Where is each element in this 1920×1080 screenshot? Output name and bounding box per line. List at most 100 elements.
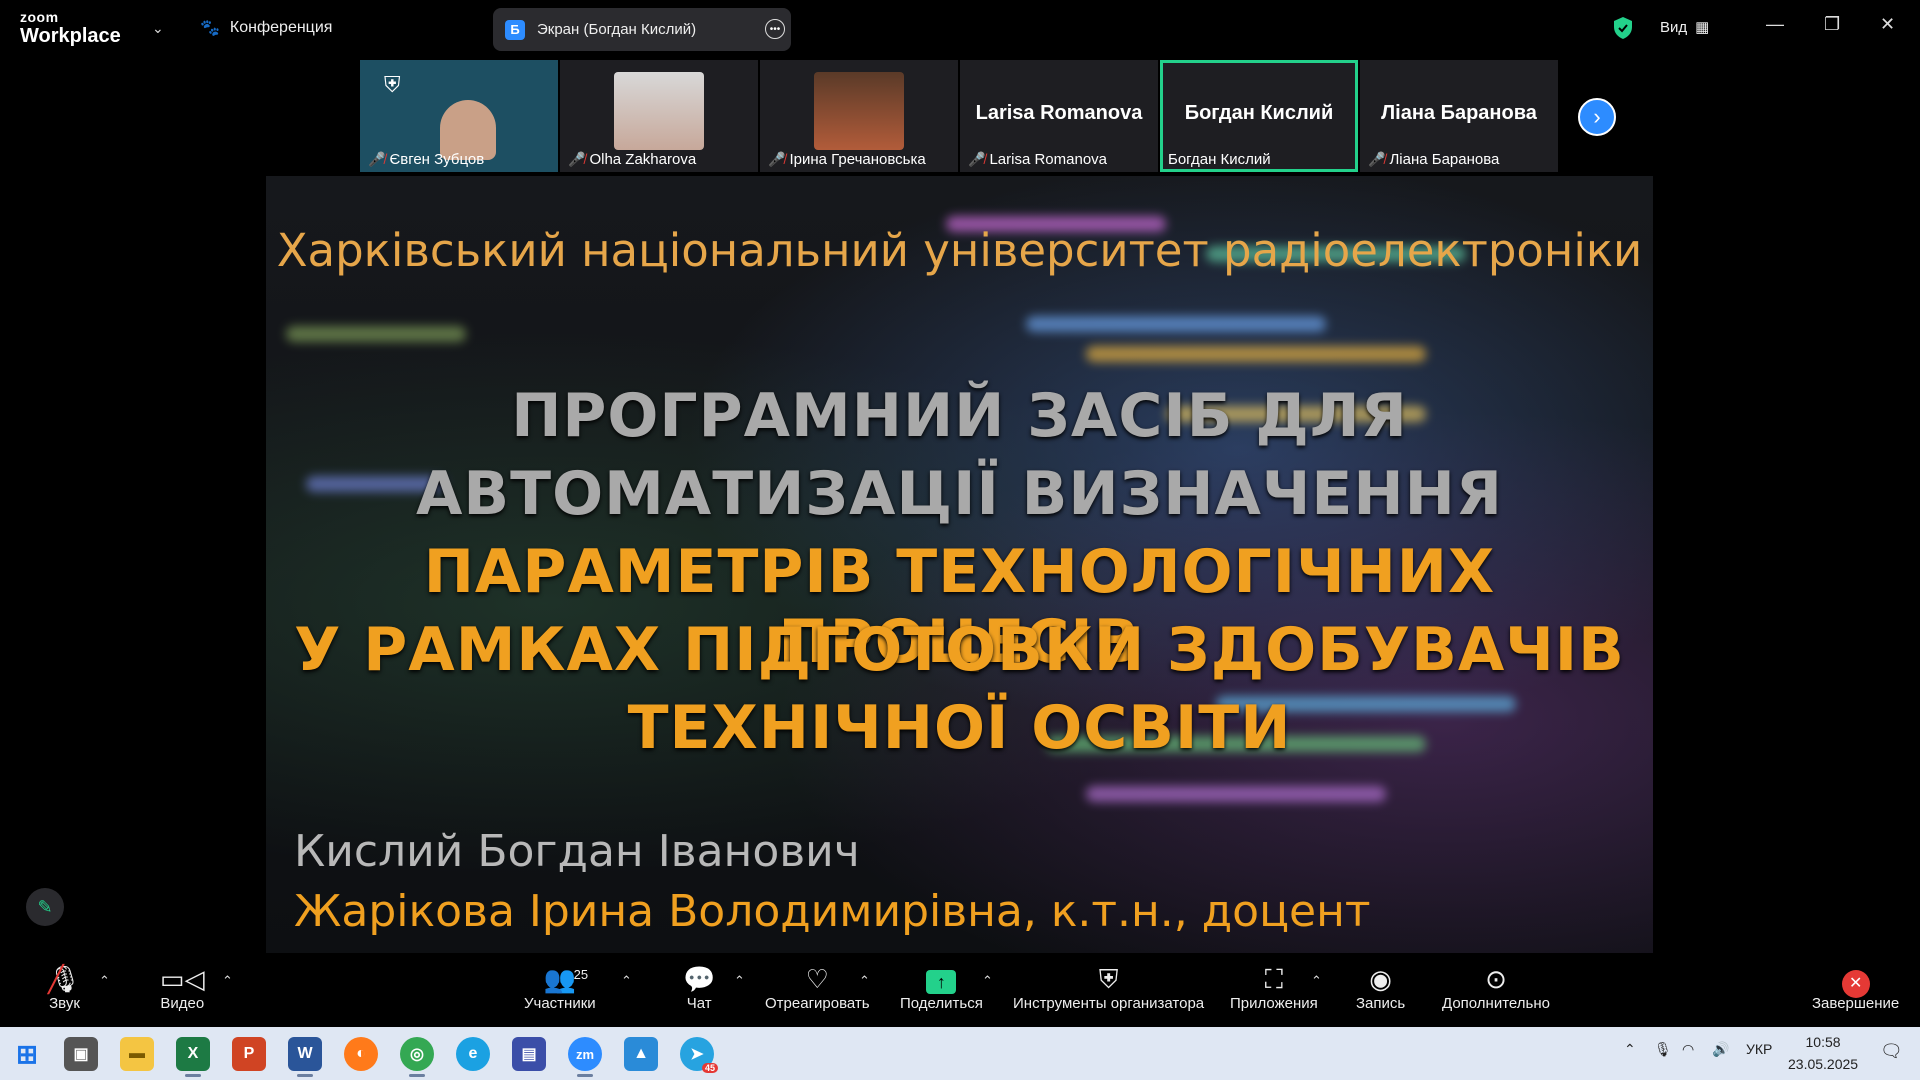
mic-muted-icon: 🎤̸: [768, 151, 786, 167]
participant-tile[interactable]: Ліана Баранова 🎤̸ Ліана Баранова: [1360, 60, 1558, 172]
more-button[interactable]: ⊙ Дополнительно: [1442, 963, 1550, 1012]
participants-options-caret[interactable]: ⌃: [621, 973, 632, 989]
participant-display-name: Богдан Кислий: [1184, 102, 1334, 124]
meeting-toolbar: 🎙 ╱ Звук ⌃ ▭◁ Видео ⌃ 👥 25 Участники ⌃ 💬 Ч…: [0, 955, 1920, 1027]
logo-bottom-text: Workplace: [20, 25, 121, 47]
record-button[interactable]: ◉ Запись: [1356, 963, 1405, 1012]
next-page-button[interactable]: ›: [1578, 98, 1616, 136]
edge-icon[interactable]: e: [456, 1037, 490, 1071]
wifi-icon[interactable]: ◠: [1682, 1041, 1694, 1058]
logo-top-text: zoom: [20, 9, 59, 25]
participant-strip: ⛨ 🎤̸ Євген Зубцов 🎤̸ Olha Zakharova 🎤̸ Ірин…: [360, 60, 1560, 172]
paw-icon: 🐾: [200, 20, 220, 37]
participant-name: Olha Zakharova: [589, 151, 697, 168]
microphone-tray-icon[interactable]: 🎙: [1654, 1041, 1672, 1058]
audio-options-caret[interactable]: ⌃: [99, 973, 110, 989]
conference-label: Конференция: [229, 19, 333, 36]
apps-label: Приложения: [1230, 995, 1318, 1012]
notifications-icon[interactable]: 🗨: [1880, 1041, 1903, 1062]
apps-icon: ⛶: [1264, 964, 1283, 994]
video-options-caret[interactable]: ⌃: [222, 973, 233, 989]
video-button[interactable]: ▭◁ Видео: [160, 963, 205, 1012]
video-camera-icon: ▭◁: [160, 964, 205, 994]
excel-icon[interactable]: X: [176, 1037, 210, 1077]
chat-label: Чат: [686, 995, 712, 1012]
slide-author: Кислий Богдан Іванович: [294, 826, 860, 877]
participant-avatar: [814, 72, 904, 150]
code-blur: [1026, 316, 1326, 332]
participant-display-name: Ліана Баранова: [1381, 102, 1537, 124]
participant-avatar: [614, 72, 704, 150]
powerpoint-icon[interactable]: P: [232, 1037, 266, 1071]
photos-icon[interactable]: ▲: [624, 1037, 658, 1071]
more-options-icon[interactable]: •••: [765, 19, 785, 39]
participants-icon: 👥 25: [544, 963, 588, 995]
slide-supervisor: Жарікова Ірина Володимирівна, к.т.н., до…: [294, 886, 1371, 937]
participant-name: Євген Зубцов: [389, 151, 485, 168]
record-label: Запись: [1356, 995, 1406, 1012]
mic-muted-icon: 🎤̸: [368, 151, 386, 167]
mic-muted-icon: 🎙 ╱: [48, 964, 82, 994]
participants-label: Участники: [524, 995, 596, 1012]
participant-name: Larisa Romanova: [989, 151, 1107, 168]
windows-taskbar: ⊞ ▣ ▬ X P W ◐ ◎ e ▤ zm ▲ ➤ 45 ⌃ 🎙 ◠ 🔊 УКР…: [0, 1027, 1920, 1080]
participant-tile[interactable]: Larisa Romanova 🎤̸ Larisa Romanova: [960, 60, 1158, 172]
host-tools-button[interactable]: ⛨ Инструменты организатора: [1013, 963, 1204, 1012]
shield-icon: ⛨: [1098, 964, 1119, 994]
share-screen-icon: ↑: [926, 970, 957, 994]
zoom-logo: zoom Workplace: [20, 10, 121, 46]
screen-share-indicator[interactable]: Б Экран (Богдан Кислий) •••: [493, 8, 791, 51]
conference-menu[interactable]: 🐾 Конференция: [200, 18, 332, 38]
language-indicator[interactable]: УКР: [1746, 1041, 1772, 1057]
participant-tile[interactable]: ⛨ 🎤̸ Євген Зубцов: [360, 60, 558, 172]
chat-button[interactable]: 💬 Чат: [683, 963, 715, 1012]
task-view-icon[interactable]: ▣: [64, 1037, 98, 1071]
university-crest-icon: ⛨: [384, 72, 401, 97]
record-icon: ◉: [1369, 964, 1392, 994]
participants-count: 25: [573, 967, 589, 982]
close-icon[interactable]: ✕: [1880, 14, 1895, 35]
security-shield-icon[interactable]: [1612, 16, 1634, 45]
share-options-caret[interactable]: ⌃: [982, 973, 993, 989]
react-options-caret[interactable]: ⌃: [859, 973, 870, 989]
slide-title-line: ТЕХНІЧНОЇ ОСВІТИ: [627, 693, 1292, 763]
system-clock[interactable]: 10:58 23.05.2025: [1788, 1031, 1858, 1075]
zoom-icon[interactable]: zm: [568, 1037, 602, 1077]
end-meeting-button[interactable]: ✕ Завершение: [1812, 963, 1899, 1012]
apps-button[interactable]: ⛶ Приложения: [1230, 963, 1318, 1012]
participant-name: Ірина Гречановська: [789, 151, 926, 168]
word-icon[interactable]: W: [288, 1037, 322, 1077]
chevron-right-icon: ›: [1593, 104, 1601, 129]
screen-share-label: Экран (Богдан Кислий): [537, 21, 697, 38]
clock-date: 23.05.2025: [1788, 1056, 1859, 1072]
view-menu[interactable]: Вид ▦: [1660, 18, 1709, 37]
participant-tile[interactable]: 🎤̸ Ірина Гречановська: [760, 60, 958, 172]
save-app-icon[interactable]: ▤: [512, 1037, 546, 1071]
firefox-icon[interactable]: ◐: [344, 1037, 378, 1071]
volume-icon[interactable]: 🔊: [1712, 1041, 1729, 1058]
participant-tile[interactable]: 🎤̸ Olha Zakharova: [560, 60, 758, 172]
restore-icon[interactable]: ❐: [1824, 14, 1840, 35]
audio-button[interactable]: 🎙 ╱ Звук: [48, 963, 81, 1012]
telegram-unread-badge: 45: [701, 1063, 718, 1073]
share-button[interactable]: ↑ Поделиться: [900, 963, 983, 1012]
telegram-icon[interactable]: ➤ 45: [680, 1037, 718, 1073]
code-blur: [286, 326, 466, 342]
minimize-icon[interactable]: —: [1766, 14, 1784, 35]
chevron-down-icon[interactable]: ⌄: [152, 20, 164, 37]
heart-icon: ♡: [805, 964, 829, 994]
slide-title-line: ПРОГРАМНИЙ ЗАСІБ ДЛЯ: [511, 381, 1408, 451]
apps-options-caret[interactable]: ⌃: [1311, 973, 1322, 989]
file-explorer-icon[interactable]: ▬: [120, 1037, 154, 1071]
react-button[interactable]: ♡ Отреагировать: [765, 963, 870, 1012]
participant-tile-active-speaker[interactable]: Богдан Кислий Богдан Кислий: [1160, 60, 1358, 172]
windows-start-icon[interactable]: ⊞: [10, 1037, 44, 1071]
more-dots-icon: ⊙: [1485, 964, 1507, 994]
chat-options-caret[interactable]: ⌃: [734, 973, 745, 989]
tray-chevron-up-icon[interactable]: ⌃: [1624, 1041, 1636, 1058]
slide-university: Харківський національний університет рад…: [276, 224, 1643, 277]
chrome-icon[interactable]: ◎: [400, 1037, 434, 1077]
participants-button[interactable]: 👥 25 Участники: [524, 963, 596, 1012]
title-bar: zoom Workplace ⌄ 🐾 Конференция Б Экран (…: [0, 0, 1920, 58]
annotate-pencil-icon[interactable]: ✎: [26, 888, 64, 926]
